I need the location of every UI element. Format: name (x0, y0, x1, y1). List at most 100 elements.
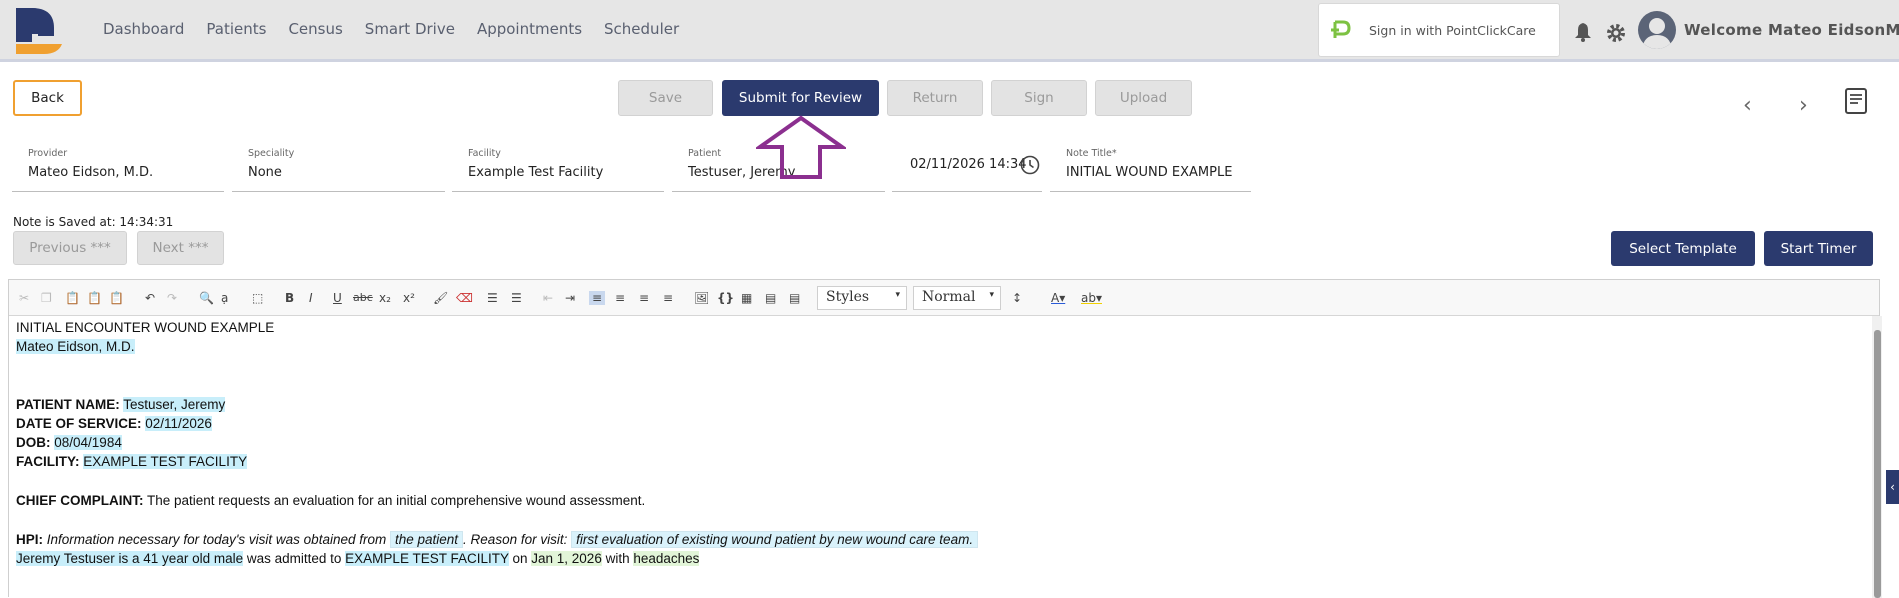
line-height-icon[interactable]: ↕ (1012, 291, 1022, 305)
hpi-text-1: Information necessary for today's visit … (43, 532, 390, 547)
facility-note-value: EXAMPLE TEST FACILITY (83, 454, 248, 469)
align-left-icon[interactable]: ≡ (589, 291, 606, 305)
indent-icon[interactable]: ⇥ (565, 291, 575, 305)
provider-label: Provider (28, 148, 68, 159)
nav-smart-drive[interactable]: Smart Drive (365, 20, 455, 38)
sign-button[interactable]: Sign (991, 80, 1087, 116)
undo-icon[interactable]: ↶ (145, 291, 155, 305)
clock-icon[interactable] (1020, 155, 1040, 175)
redo-icon[interactable]: ↷ (167, 291, 177, 305)
chevron-left-icon: ‹ (1890, 480, 1895, 494)
hpi-text-2: . Reason for visit: (463, 532, 572, 547)
placeholder-icon[interactable]: {} (717, 291, 734, 305)
bell-icon[interactable] (1574, 22, 1592, 42)
paste-text-icon[interactable]: 📋 (87, 291, 102, 305)
notes-document-icon[interactable] (1845, 88, 1867, 114)
datetime-field[interactable]: 02/11/2026 14:34 (892, 148, 1042, 192)
dos-value: 02/11/2026 (145, 416, 212, 431)
superscript-icon[interactable]: x² (403, 291, 415, 305)
spellcheck-icon[interactable]: ạ (221, 291, 228, 305)
editor-toolbar: ✂ ❐ 📋 📋 📋 ↶ ↷ 🔍 ạ ⬚ B I U abc x₂ x² 🖌 ⌫ … (9, 280, 1879, 316)
prev-note-chevron-icon[interactable]: ‹ (1743, 93, 1752, 118)
facility-label: Facility (468, 148, 501, 159)
facility-note-label: FACILITY: (16, 454, 80, 469)
upload-button[interactable]: Upload (1095, 80, 1192, 116)
hpi-reason[interactable]: first evaluation of existing wound patie… (571, 531, 979, 548)
saved-status: Note is Saved at: 14:34:31 (13, 215, 174, 229)
justify-icon[interactable]: ≡ (663, 291, 673, 305)
format-dropdown[interactable]: Normal ▾ (913, 286, 1001, 310)
note-title: INITIAL ENCOUNTER WOUND EXAMPLE (16, 320, 275, 335)
select-template-button[interactable]: Select Template (1611, 231, 1755, 266)
paste-word-icon[interactable]: 📋 (109, 291, 124, 305)
template-icon[interactable]: ▤ (765, 291, 776, 305)
speciality-value: None (248, 165, 282, 180)
nav-dashboard[interactable]: Dashboard (103, 20, 184, 38)
format-label: Normal (922, 289, 976, 305)
editor-scrollbar[interactable] (1872, 316, 1882, 598)
styles-label: Styles (826, 289, 870, 305)
back-button[interactable]: Back (13, 80, 82, 116)
speciality-field[interactable]: Speciality None (232, 148, 445, 192)
admitted-text: was admitted to (243, 551, 346, 566)
app-logo[interactable] (14, 6, 62, 54)
scrollbar-thumb[interactable] (1874, 330, 1881, 598)
user-icon (1642, 18, 1672, 49)
bold-icon[interactable]: B (285, 291, 294, 305)
return-button[interactable]: Return (887, 80, 983, 116)
hpi-source[interactable]: the patient (389, 531, 464, 548)
patient-summary: Jeremy Testuser is a 41 year old male (16, 551, 244, 566)
note-editor: ✂ ❐ 📋 📋 📋 ↶ ↷ 🔍 ạ ⬚ B I U abc x₂ x² 🖌 ⌫ … (8, 279, 1882, 598)
template-alt-icon[interactable]: ▤ (789, 291, 800, 305)
provider-field[interactable]: Provider Mateo Eidson, M.D. (12, 148, 224, 192)
avatar[interactable] (1638, 11, 1676, 49)
table-icon[interactable]: ▦ (741, 291, 752, 305)
hpi-label: HPI: (16, 532, 43, 547)
italic-icon[interactable]: I (309, 291, 313, 305)
note-title-value: INITIAL WOUND EXAMPLE (1066, 165, 1233, 180)
find-icon[interactable]: 🔍 (199, 291, 214, 305)
nav-census[interactable]: Census (288, 20, 342, 38)
submit-for-review-button[interactable]: Submit for Review (722, 80, 879, 116)
nav-scheduler[interactable]: Scheduler (604, 20, 679, 38)
cut-icon[interactable]: ✂ (19, 291, 29, 305)
next-button[interactable]: Next *** (137, 231, 224, 265)
image-icon[interactable]: 🖼 (694, 291, 709, 305)
facility-field[interactable]: Facility Example Test Facility (452, 148, 664, 192)
styles-dropdown[interactable]: Styles ▾ (817, 286, 907, 310)
copy-format-icon[interactable]: 🖌 (433, 291, 448, 305)
outdent-icon[interactable]: ⇤ (543, 291, 553, 305)
nav-appointments[interactable]: Appointments (477, 20, 582, 38)
select-all-icon[interactable]: ⬚ (252, 291, 263, 305)
remove-format-icon[interactable]: ⌫ (456, 291, 473, 305)
text-color-icon[interactable]: A▾ (1051, 291, 1065, 305)
note-title-field[interactable]: Note Title* INITIAL WOUND EXAMPLE (1050, 148, 1251, 192)
underline-icon[interactable]: U (333, 291, 342, 305)
with-text: with (601, 551, 634, 566)
subscript-icon[interactable]: x₂ (379, 291, 391, 305)
previous-button[interactable]: Previous *** (13, 231, 127, 265)
align-right-icon[interactable]: ≡ (639, 291, 649, 305)
numbered-list-icon[interactable]: ☰ (487, 291, 498, 305)
paste-icon[interactable]: 📋 (65, 291, 80, 305)
pointclickcare-signin-button[interactable]: Sign in with PointClickCare (1318, 3, 1560, 57)
side-panel-toggle[interactable]: ‹ (1886, 470, 1899, 504)
styles-caret-icon: ▾ (895, 290, 900, 300)
start-timer-button[interactable]: Start Timer (1764, 231, 1873, 266)
copy-icon[interactable]: ❐ (41, 291, 52, 305)
dob-label: DOB: (16, 435, 51, 450)
align-center-icon[interactable]: ≡ (615, 291, 625, 305)
bullet-list-icon[interactable]: ☰ (511, 291, 522, 305)
strikethrough-icon[interactable]: abc (353, 291, 373, 304)
gear-icon[interactable] (1605, 22, 1627, 44)
next-note-chevron-icon[interactable]: › (1799, 93, 1808, 118)
save-button[interactable]: Save (618, 80, 713, 116)
datetime-value: 02/11/2026 14:34 (910, 157, 1027, 172)
background-color-icon[interactable]: ab▾ (1081, 291, 1102, 305)
annotation-up-arrow (756, 115, 846, 179)
nav-patients[interactable]: Patients (206, 20, 266, 38)
note-content[interactable]: INITIAL ENCOUNTER WOUND EXAMPLE Mateo Ei… (16, 318, 1856, 598)
note-provider: Mateo Eidson, M.D. (16, 339, 135, 354)
speciality-label: Speciality (248, 148, 295, 159)
dos-label: DATE OF SERVICE: (16, 416, 142, 431)
